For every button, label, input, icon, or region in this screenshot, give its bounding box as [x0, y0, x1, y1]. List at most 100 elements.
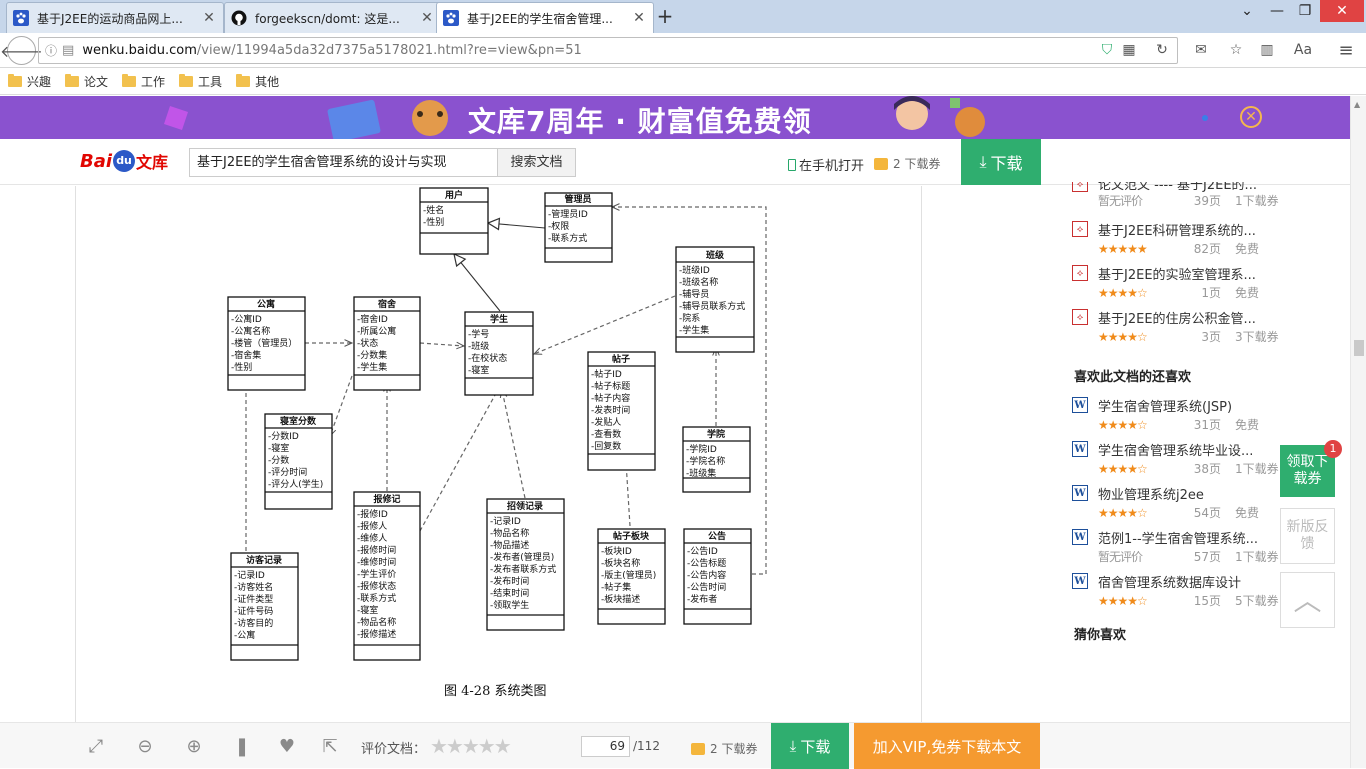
- scroll-up-icon[interactable]: ▲: [1354, 100, 1360, 109]
- screenshot-icon[interactable]: ✉: [1192, 41, 1210, 59]
- bookmark-folder-work[interactable]: 工作: [122, 73, 165, 90]
- svg-text:-版主(管理员): -版主(管理员): [601, 569, 656, 581]
- close-tab-icon[interactable]: ✕: [631, 10, 647, 26]
- new-tab-button[interactable]: +: [654, 5, 676, 27]
- heart-icon[interactable]: ♥: [276, 736, 298, 758]
- svg-text:-辅导员: -辅导员: [679, 288, 709, 300]
- url-path: /view/11994a5da32d7375a5178021.html?re=v…: [196, 43, 582, 58]
- download-label: 下载: [990, 154, 1023, 173]
- svg-text:-发布者: -发布者: [687, 593, 717, 605]
- reload-icon[interactable]: ↻: [1153, 41, 1171, 59]
- star-icon[interactable]: ☆: [1227, 41, 1245, 59]
- page-edge: [75, 186, 76, 722]
- reading-list-icon[interactable]: ▥: [1258, 41, 1276, 59]
- bookmark-icon[interactable]: ❚: [231, 736, 253, 758]
- restore-icon[interactable]: ❐: [1290, 0, 1320, 22]
- coupon-count: 2 下载券: [893, 157, 941, 171]
- bookmarks-bar: 兴趣 论文 工作 工具 其他: [0, 69, 1366, 95]
- chevron-up-icon: ︿: [1293, 584, 1322, 617]
- svg-text:-宿舍集: -宿舍集: [231, 349, 261, 361]
- svg-text:帖子板块: 帖子板块: [613, 530, 650, 542]
- svg-text:-辅导员联系方式: -辅导员联系方式: [679, 300, 745, 312]
- close-banner-icon[interactable]: ✕: [1240, 106, 1262, 128]
- list-tabs-icon[interactable]: ⌄: [1232, 0, 1262, 22]
- rate-label: 评价文档：: [361, 742, 427, 757]
- coupon-count: 2 下载券: [710, 742, 758, 756]
- svg-text:-板块ID: -板块ID: [601, 545, 632, 557]
- also-like-heading: 喜欢此文档的还喜欢: [1074, 370, 1192, 385]
- svg-text:-报修时间: -报修时间: [357, 544, 396, 556]
- bookmark-folder-papers[interactable]: 论文: [65, 73, 108, 90]
- zoom-in-icon[interactable]: ⊕: [183, 736, 205, 758]
- pdf-icon: ⟡: [1072, 182, 1088, 192]
- info-icon[interactable]: ⓘ: [45, 42, 57, 59]
- svg-text:-分数ID: -分数ID: [268, 430, 299, 442]
- reader-mode-icon[interactable]: Aa: [1294, 41, 1312, 59]
- search-input[interactable]: 基于J2EE的学生宿舍管理系统的设计与实现: [189, 148, 498, 177]
- doc-title: 学生宿舍管理系统(JSP): [1098, 400, 1233, 415]
- back-to-top-button[interactable]: ︿: [1280, 572, 1335, 628]
- close-tab-icon[interactable]: ✕: [201, 10, 217, 26]
- shield-icon[interactable]: ⛉: [1098, 41, 1116, 59]
- svg-text:寝室分数: 寝室分数: [280, 415, 317, 427]
- address-bar[interactable]: ⓘ ▤ wenku.baidu.com/view/11994a5da32d737…: [38, 37, 1178, 64]
- qr-code-icon[interactable]: ▦: [1120, 41, 1138, 59]
- tab-title: 基于J2EE的学生宿舍管理...: [467, 11, 613, 26]
- uml-class-lost-found: 招领记录 -记录ID-物品名称-物品描述-发布者(管理员)-发布者联系方式-发布…: [486, 498, 565, 631]
- svg-text:-帖子内容: -帖子内容: [591, 392, 630, 404]
- page-number-input[interactable]: 69: [581, 736, 630, 757]
- tab-github[interactable]: forgeekscn/domt: 这是... ✕: [224, 2, 442, 33]
- fullscreen-icon[interactable]: ⤢: [85, 736, 107, 758]
- uml-class-diagram: 用户 -姓名-性别 管理员 -管理员ID-权限-联系方式 班级 -班级ID-班级…: [227, 187, 767, 661]
- svg-text:-帖子标题: -帖子标题: [591, 380, 630, 392]
- anniversary-banner[interactable]: 文库7周年 · 财富值免费领 ✕: [0, 96, 1350, 139]
- svg-text:访客记录: 访客记录: [246, 554, 282, 566]
- assoc-found-student: [502, 390, 526, 499]
- tab-sports-goods[interactable]: 基于J2EE的运动商品网上... ✕: [6, 2, 224, 33]
- join-vip-button[interactable]: 加入VIP,免券下载本文: [854, 723, 1040, 769]
- word-doc-icon: W: [1072, 573, 1088, 589]
- baidu-wenku-logo[interactable]: Bai du 文库: [80, 145, 168, 177]
- download-button-bottom[interactable]: ⤓ 下载: [771, 723, 849, 769]
- close-tab-icon[interactable]: ✕: [419, 10, 435, 26]
- bookmark-folder-interest[interactable]: 兴趣: [8, 73, 51, 90]
- doc-title: 学生宿舍管理系统毕业设...: [1098, 444, 1254, 459]
- svg-text:-学生评价: -学生评价: [357, 568, 396, 580]
- bookmark-label: 论文: [84, 75, 109, 89]
- document-viewer[interactable]: 用户 -姓名 -性别 管理员 -管理员ID -权限 -联系方式 班级 -班级ID -班级…: [0, 186, 922, 722]
- svg-text:-公告时间: -公告时间: [687, 581, 726, 593]
- bookmark-label: 工作: [141, 75, 166, 89]
- doc-rating: 暂无评价: [1098, 550, 1143, 564]
- search-button[interactable]: 搜索文档: [497, 148, 576, 177]
- bookmark-folder-tools[interactable]: 工具: [179, 73, 222, 90]
- doc-pages: 57页: [1193, 550, 1221, 564]
- reader-icon[interactable]: ▤: [62, 43, 74, 58]
- svg-text:公告: 公告: [708, 530, 726, 542]
- svg-text:-院系: -院系: [679, 312, 700, 324]
- doc-stars: ★★★★☆: [1098, 506, 1148, 520]
- svg-text:-发布时间: -发布时间: [490, 575, 529, 587]
- related-doc-item[interactable]: ⟡ 论文范文 ---- 基于J2EE的... 暂无评价 39页 1下载券: [1072, 182, 1300, 210]
- svg-text:-发表时间: -发表时间: [591, 404, 630, 416]
- doc-price: 3下载券: [1235, 330, 1279, 344]
- download-button[interactable]: ⤓ 下载: [961, 139, 1041, 185]
- share-icon[interactable]: ⇱: [319, 736, 341, 758]
- close-window-icon[interactable]: ✕: [1320, 0, 1364, 22]
- uml-class-dorm: 宿舍 -宿舍ID-所属公寓-状态-分数集-学生集: [353, 296, 421, 391]
- open-on-mobile-link[interactable]: 在手机打开: [788, 155, 864, 174]
- word-doc-icon: W: [1072, 485, 1088, 501]
- svg-text:-物品名称: -物品名称: [490, 527, 529, 539]
- download-icon: ⤓: [789, 737, 797, 755]
- tab-dorm-system[interactable]: 基于J2EE的学生宿舍管理... ✕: [436, 2, 654, 33]
- svg-text:学生: 学生: [490, 313, 508, 325]
- assoc-board-post: [626, 462, 631, 527]
- minimize-icon[interactable]: —: [1262, 0, 1292, 22]
- rate-stars[interactable]: ★★★★★: [430, 734, 512, 758]
- scroll-thumb[interactable]: [1354, 340, 1364, 356]
- back-button[interactable]: 🡐: [0, 36, 43, 65]
- zoom-out-icon[interactable]: ⊖: [134, 736, 156, 758]
- page-scrollbar[interactable]: ▲: [1350, 96, 1366, 768]
- menu-icon[interactable]: ≡: [1337, 40, 1355, 61]
- feedback-button[interactable]: 新版反馈: [1280, 508, 1335, 564]
- bookmark-folder-other[interactable]: 其他: [236, 73, 279, 90]
